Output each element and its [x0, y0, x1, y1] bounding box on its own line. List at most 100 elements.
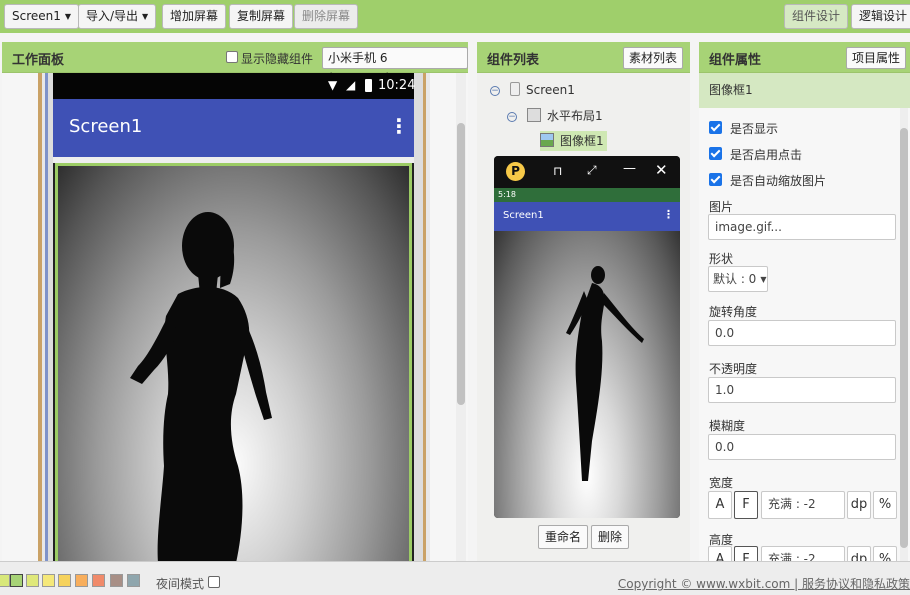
phone-icon	[510, 82, 520, 96]
close-icon[interactable]: ✕	[655, 161, 668, 179]
device-select[interactable]: 小米手机 6 (360x640)▼	[322, 47, 468, 85]
properties-header: 组件属性 项目属性	[699, 42, 910, 73]
rotation-label: 旋转角度	[709, 305, 758, 319]
preview-silhouette	[566, 266, 644, 481]
import-export-label: 导入/导出	[86, 9, 139, 23]
night-mode-checkbox[interactable]	[208, 576, 220, 588]
theme-swatch-yellow[interactable]	[42, 574, 55, 587]
scale-picture-checkbox[interactable]	[709, 173, 722, 186]
picture-field[interactable]: image.gif...	[708, 214, 896, 240]
collapse-icon[interactable]: −	[490, 86, 500, 96]
theme-swatch-green[interactable]	[10, 574, 23, 587]
signal-icon: ◢	[346, 78, 356, 92]
phone-status-bar: ▼ ◢ 10:24	[53, 73, 416, 99]
app-title: Screen1	[69, 116, 143, 137]
preview-titlebar: P ⊓ ⤢ — ✕	[494, 156, 680, 188]
theme-swatch-lime[interactable]	[0, 574, 10, 587]
pin-icon[interactable]: ⊓	[553, 164, 562, 178]
theme-swatch-gold[interactable]	[58, 574, 71, 587]
phone-frame-edge	[420, 73, 430, 563]
tree-item-label: 图像框1	[560, 134, 604, 148]
materials-list-button[interactable]: 素材列表	[623, 47, 684, 69]
screen-select[interactable]: Screen1 ▼	[4, 4, 80, 29]
blur-label: 模糊度	[709, 419, 746, 433]
visible-label: 是否显示	[730, 122, 779, 136]
rename-button[interactable]: 重命名	[538, 525, 589, 549]
expand-icon[interactable]: ⤢	[587, 163, 597, 178]
opacity-field[interactable]: 1.0	[708, 377, 896, 403]
preview-app-title: Screen1	[503, 210, 544, 221]
height-auto-button[interactable]: A	[708, 546, 732, 561]
show-hidden-label: 显示隐藏组件	[241, 52, 314, 66]
image-box[interactable]	[58, 166, 409, 563]
status-time: 10:24	[378, 78, 416, 93]
image-icon	[540, 133, 554, 147]
delete-screen-button[interactable]: 删除屏幕	[294, 4, 359, 29]
preview-window: P ⊓ ⤢ — ✕ 5:18 Screen1 ⋮	[494, 156, 680, 518]
height-percent-button[interactable]: %	[873, 546, 897, 561]
collapse-icon[interactable]: −	[507, 112, 517, 122]
delete-component-button[interactable]: 删除	[591, 525, 630, 549]
layout-icon	[527, 108, 541, 122]
tree-item-screen1[interactable]: − Screen1	[490, 80, 575, 100]
theme-swatch-orange[interactable]	[75, 574, 88, 587]
scrollbar-thumb[interactable]	[457, 123, 465, 405]
height-fill-button[interactable]: F	[734, 546, 758, 561]
enabled-label: 是否启用点击	[730, 148, 803, 162]
visible-checkbox[interactable]	[709, 121, 722, 134]
preview-menu-icon[interactable]: ⋮	[663, 208, 674, 221]
work-panel-scrollbar[interactable]	[456, 73, 466, 563]
add-screen-button[interactable]: 增加屏幕	[162, 4, 227, 29]
logic-view-button[interactable]: 逻辑设计	[851, 4, 910, 29]
project-properties-button[interactable]: 项目属性	[846, 47, 907, 69]
shape-select[interactable]: 默认 : 0 ▼	[708, 266, 768, 292]
width-fill-button[interactable]: F	[734, 491, 758, 519]
theme-swatch-salmon[interactable]	[92, 574, 105, 587]
width-field[interactable]: 充满 : -2	[761, 491, 845, 519]
screen-select-label: Screen1	[12, 9, 61, 23]
chevron-down-icon: ▼	[142, 12, 149, 21]
phone-screen: ▼ ◢ 10:24 Screen1 ⋮	[53, 73, 416, 563]
minimize-icon[interactable]: —	[623, 161, 636, 176]
scrollbar-thumb[interactable]	[900, 128, 908, 548]
scale-picture-label: 是否自动缩放图片	[730, 174, 827, 188]
shape-label: 形状	[709, 252, 734, 266]
rotation-field[interactable]: 0.0	[708, 320, 896, 346]
design-view-button[interactable]: 组件设计	[784, 4, 849, 29]
preview-status-time: 5:18	[498, 190, 516, 199]
import-export-menu[interactable]: 导入/导出 ▼	[78, 4, 157, 29]
tree-item-image-box[interactable]: 图像框1	[540, 131, 607, 151]
height-field[interactable]: 充满 : -2	[761, 546, 845, 561]
theme-swatch-brown[interactable]	[110, 574, 123, 587]
preview-logo-icon: P	[506, 162, 525, 181]
copy-screen-button[interactable]: 复制屏幕	[229, 4, 294, 29]
selected-component-name: 图像框1	[699, 73, 910, 108]
height-dp-button[interactable]: dp	[847, 546, 871, 561]
width-dp-button[interactable]: dp	[847, 491, 871, 519]
work-panel-title: 工作面板	[12, 53, 65, 68]
theme-swatch-yellowgreen[interactable]	[26, 574, 39, 587]
night-mode-label: 夜间模式	[156, 577, 205, 591]
picture-label: 图片	[709, 200, 734, 214]
wifi-icon: ▼	[328, 78, 338, 92]
preview-status-bar: 5:18	[494, 188, 680, 202]
app-header: Screen1 ⋮	[53, 99, 414, 157]
theme-swatch-slate[interactable]	[127, 574, 140, 587]
component-list-header: 组件列表 素材列表	[477, 42, 690, 73]
tree-item-horizontal-layout[interactable]: − 水平布局1	[507, 106, 603, 126]
copyright-link[interactable]: Copyright © www.wxbit.com | 服务协议和隐私政策	[618, 575, 910, 592]
show-hidden-checkbox[interactable]	[226, 51, 238, 63]
enabled-checkbox[interactable]	[709, 147, 722, 160]
blur-field[interactable]: 0.0	[708, 434, 896, 460]
overflow-menu-icon[interactable]: ⋮	[389, 114, 409, 138]
properties-panel: 组件属性 项目属性 图像框1 是否显示 是否启用点击 是否自动缩放图片 图片 i…	[699, 42, 910, 561]
work-panel: 工作面板 显示隐藏组件 小米手机 6 (360x640)▼ ▼ ◢ 10:24 …	[2, 42, 468, 563]
component-list-panel: 组件列表 素材列表 − Screen1 − 水平布局1 图像框1 P ⊓ ⤢ — ✕…	[477, 42, 690, 561]
shape-select-value: 默认 : 0	[713, 272, 757, 286]
properties-scrollbar[interactable]	[900, 108, 908, 561]
width-percent-button[interactable]: %	[873, 491, 897, 519]
work-panel-header: 工作面板 显示隐藏组件 小米手机 6 (360x640)▼	[2, 42, 468, 85]
opacity-label: 不透明度	[709, 362, 758, 376]
width-auto-button[interactable]: A	[708, 491, 732, 519]
silhouette-image	[130, 212, 272, 563]
